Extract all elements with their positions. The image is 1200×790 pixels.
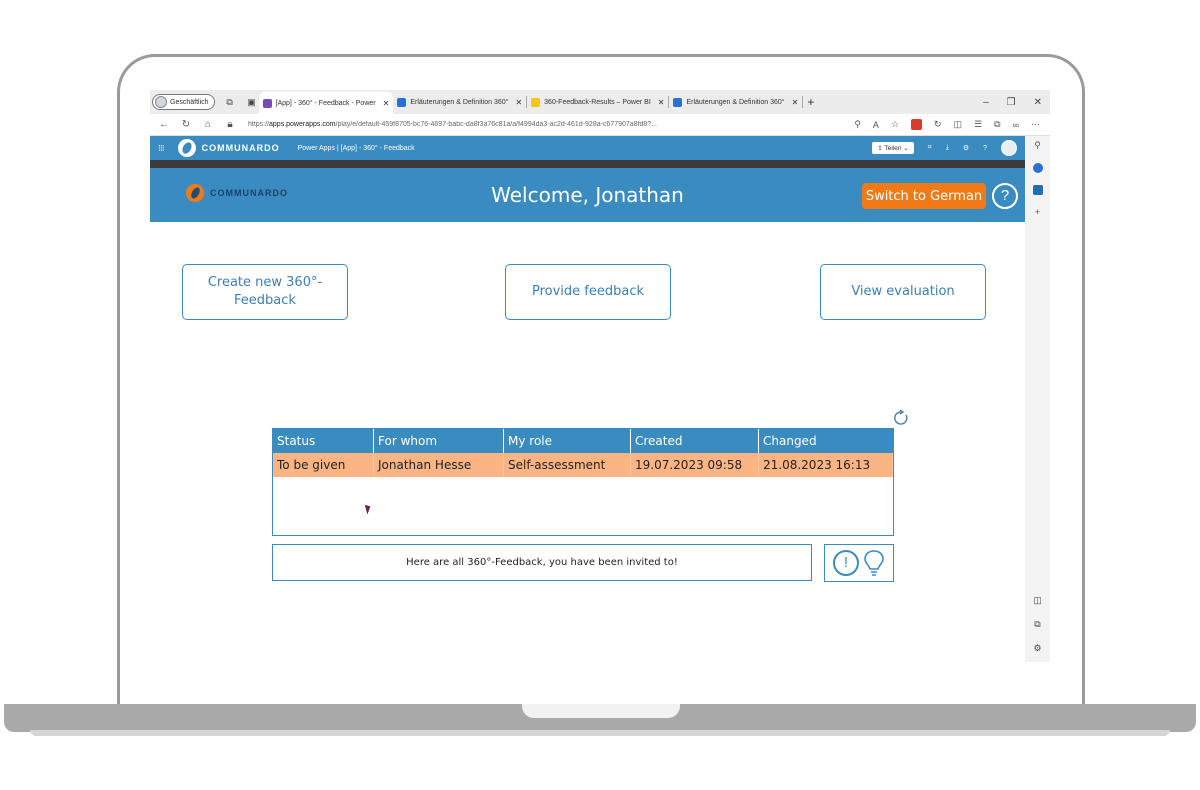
url-host: apps.powerapps.com — [269, 121, 336, 128]
tab-actions-icon[interactable]: ▣ — [245, 95, 259, 109]
powerapps-breadcrumb: Power Apps | [App] - 360° - Feedback — [297, 144, 415, 152]
collections-icon[interactable]: ⧉ — [994, 119, 1000, 130]
column-header-my-role[interactable]: My role — [504, 429, 631, 453]
tab-title: 360-Feedback-Results – Power BI — [544, 98, 651, 106]
workspaces-icon[interactable]: ⧉ — [223, 95, 237, 109]
tab-title: Erläuterungen & Definition 360° — [686, 98, 785, 106]
tab-title: Erläuterungen & Definition 360° — [410, 98, 509, 106]
close-icon[interactable]: ✕ — [792, 98, 799, 107]
switch-language-button[interactable]: Switch to German — [862, 183, 986, 209]
close-icon[interactable]: ✕ — [515, 98, 522, 107]
tab-powerapps[interactable]: [App] - 360° - Feedback - Power ✕ — [258, 92, 394, 114]
sidebar-external-icon[interactable]: ⧉ — [1034, 619, 1040, 630]
refresh-icon[interactable] — [892, 409, 910, 427]
column-header-for-whom[interactable]: For whom — [374, 429, 504, 453]
address-bar-actions: ⚲ A ☆ ↻ ◫ ☰ ⧉ ∞ ⋯ — [854, 119, 1050, 130]
tab-divider — [802, 96, 804, 108]
column-header-changed[interactable]: Changed — [759, 429, 893, 453]
help-button[interactable]: ? — [992, 183, 1018, 209]
sidebar-outlook-icon[interactable] — [1032, 185, 1043, 195]
cell-status: To be given — [273, 453, 374, 477]
sidebar-add-icon[interactable]: + — [1035, 207, 1040, 217]
table-header: Status For whom My role Created Changed — [273, 429, 893, 453]
table-row[interactable]: To be given Jonathan Hesse Self-assessme… — [273, 453, 893, 477]
powerapps-favicon-icon — [262, 98, 272, 108]
column-header-created[interactable]: Created — [631, 429, 759, 453]
tab-definition-1[interactable]: Erläuterungen & Definition 360° ✕ — [393, 92, 526, 112]
help-icon[interactable]: ? — [983, 145, 987, 152]
refresh-extension-icon[interactable]: ↻ — [934, 119, 942, 130]
favorite-star-icon[interactable]: ☆ — [891, 119, 899, 130]
read-aloud-icon[interactable]: A — [873, 120, 879, 130]
cell-created: 19.07.2023 09:58 — [631, 453, 759, 477]
tab-definition-2[interactable]: Erläuterungen & Definition 360° ✕ — [669, 92, 802, 112]
user-avatar[interactable] — [1001, 140, 1017, 156]
profile-label: Geschäftlich — [170, 98, 209, 106]
tab-powerbi[interactable]: 360-Feedback-Results – Power BI ✕ — [527, 92, 668, 112]
browser-tab-bar: Geschäftlich ⧉ ▣ [App] - 360° - Feedback… — [150, 90, 1050, 114]
zoom-icon[interactable]: ⚲ — [854, 119, 861, 130]
url-field[interactable]: https://apps.powerapps.com/play/e/defaul… — [248, 121, 758, 128]
screen: Geschäftlich ⧉ ▣ [App] - 360° - Feedback… — [150, 90, 1050, 662]
hint-box: ! — [824, 544, 894, 582]
settings-icon[interactable]: ⚙ — [963, 144, 969, 152]
cell-for-whom: Jonathan Hesse — [374, 453, 504, 477]
url-path: /play/e/default-459f8705-bc76-4697-babc-… — [335, 121, 658, 128]
create-feedback-button[interactable]: Create new 360°-Feedback — [182, 264, 348, 320]
copilot-icon[interactable]: ∞ — [1013, 120, 1019, 130]
back-icon[interactable]: ← — [156, 119, 172, 130]
sidebar-panel-icon[interactable]: ◫ — [1033, 595, 1042, 606]
laptop-base-shadow — [30, 730, 1170, 736]
info-message: Here are all 360°-Feedback, you have bee… — [272, 544, 812, 581]
window-controls: – ❐ ✕ — [983, 97, 1050, 108]
download-icon[interactable]: ⤓ — [946, 144, 949, 152]
share-button[interactable]: ⇪ Teilen ⌄ — [872, 142, 914, 154]
restore-icon[interactable]: ❐ — [1007, 97, 1016, 108]
app-header: COMMUNARDO Welcome, Jonathan Switch to G… — [150, 168, 1025, 222]
cell-my-role: Self-assessment — [504, 453, 631, 477]
column-header-status[interactable]: Status — [273, 429, 374, 453]
more-icon[interactable]: ⋯ — [1031, 119, 1040, 130]
powerapps-header-actions: ⇪ Teilen ⌄ ⌗ ⤓ ⚙ ? — [872, 140, 1025, 156]
app-launcher-icon[interactable]: ⁝⁝⁝ — [158, 143, 165, 154]
lock-icon[interactable]: 🔒︎ — [222, 119, 238, 130]
share-label: Teilen — [884, 145, 902, 152]
cell-changed: 21.08.2023 16:13 — [759, 453, 893, 477]
reload-icon[interactable]: ↻ — [178, 119, 194, 130]
powerapps-brand: COMMUNARDO — [201, 143, 280, 153]
url-prefix: https:// — [248, 121, 270, 128]
favorites-list-icon[interactable]: ☰ — [974, 119, 982, 130]
profile-avatar-icon — [155, 96, 167, 108]
powerbi-favicon-icon — [531, 97, 541, 107]
tab-title: [App] - 360° - Feedback - Power — [275, 99, 376, 107]
profile-button[interactable]: Geschäftlich — [152, 94, 215, 110]
new-tab-icon[interactable]: + — [807, 95, 814, 109]
feedback-table: Status For whom My role Created Changed … — [272, 428, 894, 536]
minimize-icon[interactable]: – — [983, 97, 989, 108]
home-icon[interactable]: ⌂ — [200, 119, 216, 130]
confluence-favicon-icon — [397, 97, 407, 107]
extension-icon[interactable] — [911, 119, 922, 130]
close-icon[interactable]: ✕ — [658, 98, 665, 107]
split-screen-icon[interactable]: ◫ — [954, 119, 963, 130]
window-close-icon[interactable]: ✕ — [1034, 97, 1042, 108]
close-icon[interactable]: ✕ — [383, 99, 390, 108]
sidebar-shopping-icon[interactable] — [1032, 163, 1043, 173]
sidebar-settings-icon[interactable]: ⚙ — [1033, 643, 1041, 654]
laptop-notch — [522, 704, 680, 718]
powerapps-header: ⁝⁝⁝ COMMUNARDO Power Apps | [App] - 360°… — [150, 136, 1025, 160]
edge-sidebar-bottom: ◫ ⧉ ⚙ — [1025, 595, 1050, 654]
fit-screen-icon[interactable]: ⌗ — [928, 144, 932, 152]
edge-sidebar: ⚲ + — [1025, 136, 1050, 662]
sidebar-search-icon[interactable]: ⚲ — [1034, 140, 1041, 151]
address-bar: ← ↻ ⌂ 🔒︎ https://apps.powerapps.com/play… — [150, 114, 1050, 136]
view-evaluation-button[interactable]: View evaluation — [820, 264, 986, 320]
confluence-favicon-icon — [673, 97, 683, 107]
lightbulb-icon[interactable] — [863, 549, 885, 577]
header-divider — [150, 160, 1025, 168]
communardo-logo-icon — [177, 139, 196, 157]
provide-feedback-button[interactable]: Provide feedback — [505, 264, 671, 320]
info-icon[interactable]: ! — [833, 550, 859, 576]
